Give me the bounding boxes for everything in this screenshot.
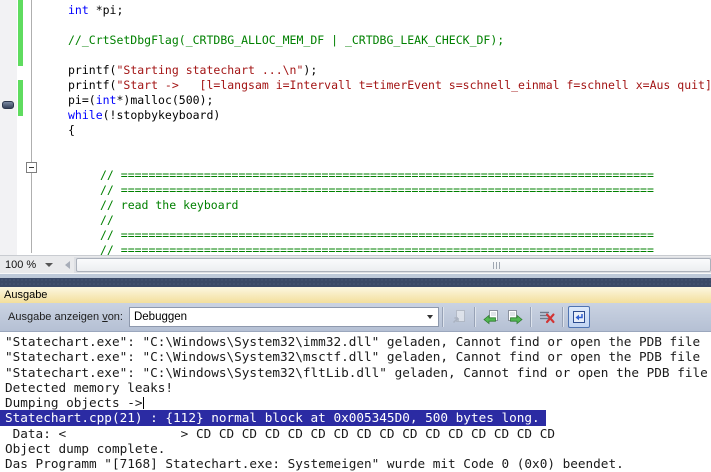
output-text-area[interactable]: "Statechart.exe": "C:\Windows\System32\i…	[0, 332, 711, 472]
code-line[interactable]	[0, 138, 711, 153]
output-panel-title[interactable]: Ausgabe	[0, 287, 711, 303]
code-line[interactable]: printf("Start -> [l=langsam i=Intervall …	[0, 78, 711, 93]
scrollbar-grip-icon	[493, 262, 502, 269]
editor-bottom-bar: 100 %	[0, 255, 711, 273]
code-line[interactable]: //_CrtSetDbgFlag(_CRTDBG_ALLOC_MEM_DF | …	[0, 33, 711, 48]
goto-source-icon	[451, 309, 467, 325]
clear-all-icon	[539, 309, 555, 325]
output-line[interactable]: Detected memory leaks!	[0, 380, 711, 395]
panel-splitter[interactable]	[0, 278, 711, 287]
code-text[interactable]: int *pi; //_CrtSetDbgFlag(_CRTDBG_ALLOC_M…	[0, 3, 711, 255]
next-message-icon	[507, 309, 523, 325]
toolbar-separator	[562, 307, 564, 327]
output-line[interactable]: Object dump complete.	[0, 441, 711, 456]
code-line[interactable]	[0, 18, 711, 33]
output-toolbar: Ausgabe anzeigen von: Debuggen	[0, 303, 711, 332]
toggle-word-wrap-icon	[571, 309, 587, 325]
code-line[interactable]: {	[0, 123, 711, 138]
chevron-down-icon	[45, 263, 53, 267]
output-line[interactable]: Dumping objects ->	[0, 395, 711, 410]
scrollbar-thumb[interactable]	[76, 258, 711, 272]
code-line[interactable]: // =====================================…	[0, 228, 711, 243]
code-line[interactable]: // =====================================…	[0, 243, 711, 255]
code-line[interactable]	[0, 153, 711, 168]
code-line[interactable]	[0, 48, 711, 63]
show-output-from-label: Ausgabe anzeigen von:	[8, 311, 123, 323]
previous-message-icon	[483, 309, 499, 325]
zoom-level-select[interactable]: 100 %	[0, 259, 61, 271]
code-line[interactable]: int *pi;	[0, 3, 711, 18]
code-line[interactable]: while(!stopbykeyboard)	[0, 108, 711, 123]
goto-source-button	[448, 306, 470, 328]
code-line[interactable]: //	[0, 213, 711, 228]
vs-ide-window: int *pi; //_CrtSetDbgFlag(_CRTDBG_ALLOC_M…	[0, 0, 711, 472]
output-line[interactable]: Das Programm "[7168] Statechart.exe: Sys…	[0, 456, 711, 471]
panel-title-label: Ausgabe	[4, 289, 47, 301]
toolbar-separator	[474, 307, 476, 327]
code-line[interactable]: pi=(int*)malloc(500);	[0, 93, 711, 108]
combobox-value: Debuggen	[134, 311, 423, 323]
zoom-level-value: 100 %	[5, 259, 36, 271]
next-message-button[interactable]	[504, 306, 526, 328]
output-line[interactable]: Data: < > CD CD CD CD CD CD CD CD CD CD …	[0, 426, 711, 441]
output-line[interactable]: "Statechart.exe": "C:\Windows\System32\i…	[0, 334, 711, 349]
toolbar-separator	[442, 307, 444, 327]
toolbar-separator	[530, 307, 532, 327]
combobox-dropdown-button[interactable]	[423, 308, 438, 326]
output-line[interactable]: "Statechart.exe": "C:\Windows\System32\f…	[0, 365, 711, 380]
scroll-left-arrow-icon[interactable]	[65, 261, 70, 269]
text-caret	[143, 397, 144, 409]
horizontal-scrollbar[interactable]	[74, 257, 711, 273]
chevron-down-icon	[427, 315, 433, 319]
previous-message-button[interactable]	[480, 306, 502, 328]
toggle-word-wrap-button[interactable]	[568, 306, 590, 328]
output-source-combobox[interactable]: Debuggen	[129, 307, 439, 327]
output-line-highlighted[interactable]: Statechart.cpp(21) : {112} normal block …	[0, 410, 546, 425]
code-line[interactable]: printf("Starting statechart ...\n");	[0, 63, 711, 78]
code-line[interactable]: // =====================================…	[0, 168, 711, 183]
code-line[interactable]: // =====================================…	[0, 183, 711, 198]
output-line[interactable]: "Statechart.exe": "C:\Windows\System32\m…	[0, 349, 711, 364]
code-line[interactable]: // read the keyboard	[0, 198, 711, 213]
clear-all-button[interactable]	[536, 306, 558, 328]
code-editor[interactable]: int *pi; //_CrtSetDbgFlag(_CRTDBG_ALLOC_M…	[0, 0, 711, 255]
